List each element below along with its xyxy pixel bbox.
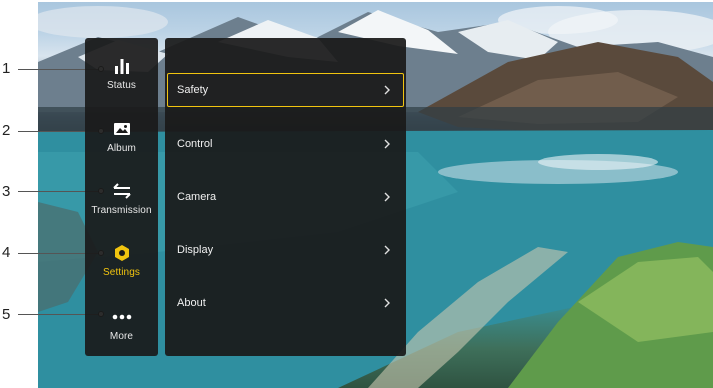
image-icon [111, 119, 133, 139]
chevron-right-icon [384, 298, 390, 308]
nav-label-album: Album [107, 143, 136, 154]
hexagon-settings-icon [111, 243, 133, 263]
nav-item-settings[interactable]: Settings [85, 243, 158, 303]
chevron-right-icon [384, 139, 390, 149]
callout-number-2: 2 [2, 122, 11, 139]
callout-number-4: 4 [2, 244, 11, 261]
nav-label-status: Status [107, 80, 136, 91]
callout-number-1: 1 [2, 60, 11, 77]
callout-number-3: 3 [2, 183, 11, 200]
nav-label-settings: Settings [103, 267, 140, 278]
side-nav: Status Album Transmission Settings More [85, 38, 158, 356]
transfer-arrows-icon [111, 181, 133, 201]
menu-label-camera: Camera [177, 191, 217, 203]
menu-item-control[interactable]: Control [167, 127, 404, 161]
menu-label-about: About [177, 297, 206, 309]
nav-item-more[interactable]: More [85, 307, 158, 367]
settings-panel: Safety Control Camera Display About [165, 38, 406, 356]
nav-item-album[interactable]: Album [85, 119, 158, 179]
chevron-right-icon [384, 85, 390, 95]
menu-item-safety[interactable]: Safety [167, 73, 404, 107]
nav-item-transmission[interactable]: Transmission [85, 181, 158, 241]
bar-chart-icon [111, 56, 133, 76]
menu-label-control: Control [177, 138, 213, 150]
chevron-right-icon [384, 192, 390, 202]
more-dots-icon [111, 307, 133, 327]
nav-label-transmission: Transmission [91, 205, 152, 216]
callout-number-5: 5 [2, 306, 11, 323]
menu-label-display: Display [177, 244, 214, 256]
menu-item-about[interactable]: About [167, 286, 404, 320]
chevron-right-icon [384, 245, 390, 255]
nav-label-more: More [109, 331, 134, 342]
menu-item-camera[interactable]: Camera [167, 180, 404, 214]
menu-label-safety: Safety [177, 84, 209, 96]
menu-item-display[interactable]: Display [167, 233, 404, 267]
nav-item-status[interactable]: Status [85, 56, 158, 116]
